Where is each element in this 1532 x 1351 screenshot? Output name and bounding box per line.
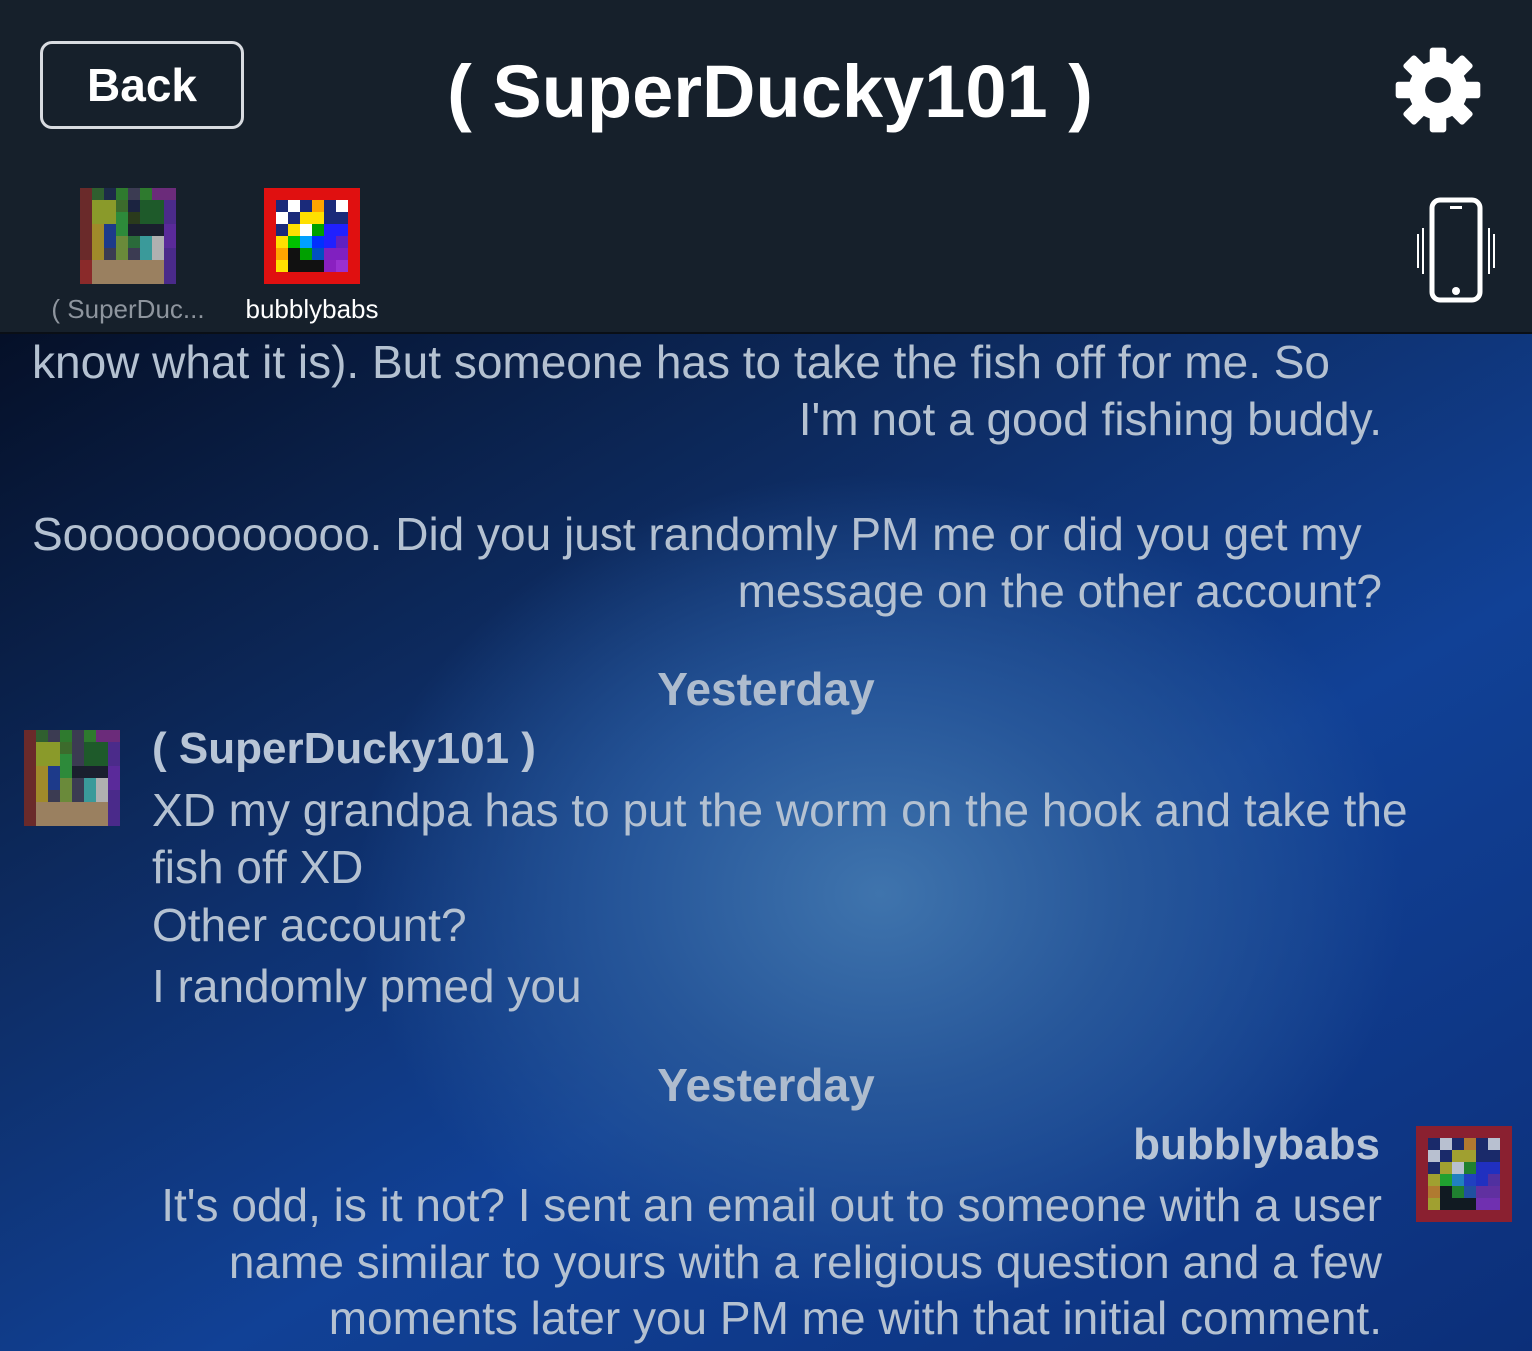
message-line: fish off XD — [152, 841, 364, 893]
message-line: I randomly pmed you — [152, 960, 582, 1012]
message-line: message on the other account? — [737, 565, 1382, 617]
message-line: moments later you PM me with that initia… — [328, 1292, 1382, 1344]
timestamp-label: Yesterday — [657, 1059, 875, 1111]
message-line: XD my grandpa has to put the worm on the… — [152, 784, 1408, 836]
message-line: Other account? — [152, 899, 467, 951]
sender-avatar[interactable] — [24, 730, 120, 826]
participant-name: bubblybabs — [245, 294, 379, 324]
message-line: know what it is). But someone has to tak… — [32, 336, 1331, 388]
participant-name: ( SuperDuc... — [51, 294, 205, 324]
conversation-title: ( SuperDucky101 ) — [447, 50, 1093, 133]
back-button[interactable]: Back — [40, 41, 244, 129]
participant-bubblybabs[interactable]: bubblybabs — [227, 188, 397, 325]
message-line: name similar to yours with a religious q… — [228, 1236, 1382, 1288]
chat-header: Back ( SuperDucky101 ) (SuperDuc... bub… — [0, 0, 1532, 334]
sender-name: bubblybabs — [1133, 1120, 1380, 1169]
message-thread[interactable]: know what it is). But someone has to tak… — [0, 334, 1532, 1351]
participant-superducky[interactable]: ( SuperDuc... — [43, 188, 213, 325]
phone-vibrate-icon[interactable] — [1408, 196, 1504, 306]
pixel-avatar-superducky — [80, 188, 176, 284]
message-line: I'm not a good fishing buddy. — [798, 393, 1382, 445]
timestamp-label: Yesterday — [657, 663, 875, 715]
pixel-avatar-bubblybabs — [264, 188, 360, 284]
sender-name: ( SuperDucky101 ) — [152, 724, 536, 773]
message-line: It's odd, is it not? I sent an email out… — [161, 1179, 1382, 1231]
message-line: Soooooooooooo. Did you just randomly PM … — [32, 508, 1362, 560]
gear-icon[interactable] — [1392, 44, 1484, 136]
sender-avatar[interactable] — [1416, 1126, 1512, 1222]
